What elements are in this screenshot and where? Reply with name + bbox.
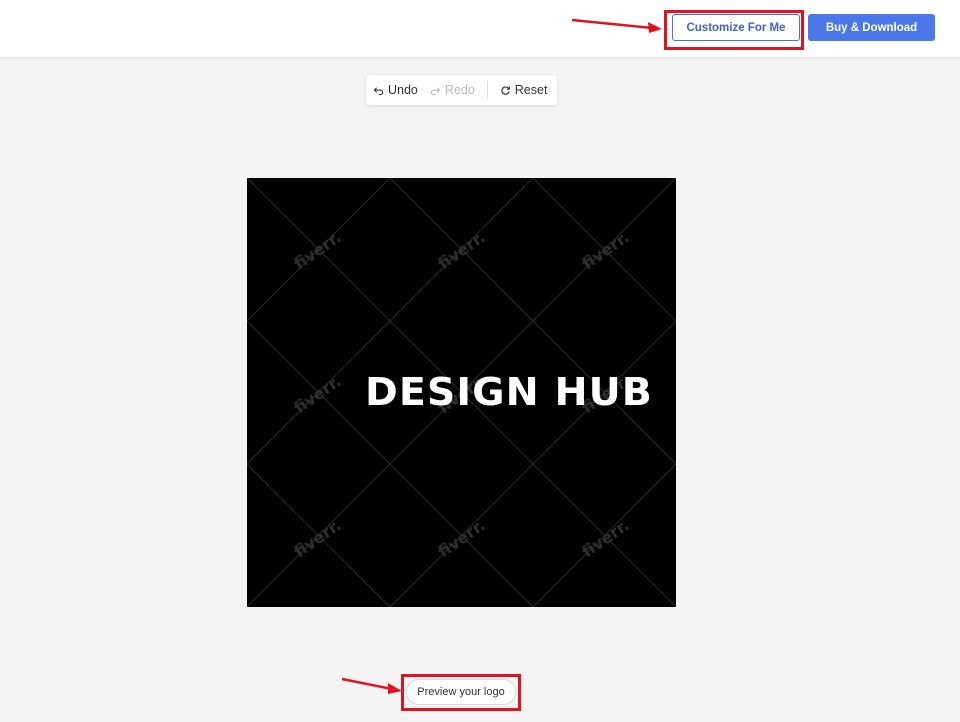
redo-icon [430,86,441,95]
watermark: fiverr. [578,227,632,273]
red-arrow-icon [341,677,402,694]
edit-toolbar: Undo Redo Reset [366,75,557,105]
buy-and-download-button[interactable]: Buy & Download [808,14,935,41]
watermark: fiverr. [434,227,488,273]
logo-text[interactable]: DESIGN HUB [365,370,676,414]
reset-label: Reset [514,83,548,97]
toolbar-divider [486,81,488,99]
highlight-box-customize [664,10,804,50]
undo-button[interactable]: Undo [366,75,424,105]
undo-label: Undo [388,83,418,97]
watermark: fiverr. [290,227,344,273]
watermark: fiverr. [578,515,632,561]
redo-label: Redo [444,83,475,97]
redo-button[interactable]: Redo [424,75,481,105]
highlight-box-preview [401,674,521,711]
red-arrow-icon [571,18,662,33]
top-bar: Customize For Me Buy & Download [0,0,960,58]
reset-button[interactable]: Reset [494,75,554,105]
undo-icon [373,86,384,95]
watermark: fiverr. [290,515,344,561]
logo-canvas[interactable]: fiverr. fiverr. fiverr. fiverr. fiverr. … [247,178,676,607]
reset-icon [501,85,510,95]
